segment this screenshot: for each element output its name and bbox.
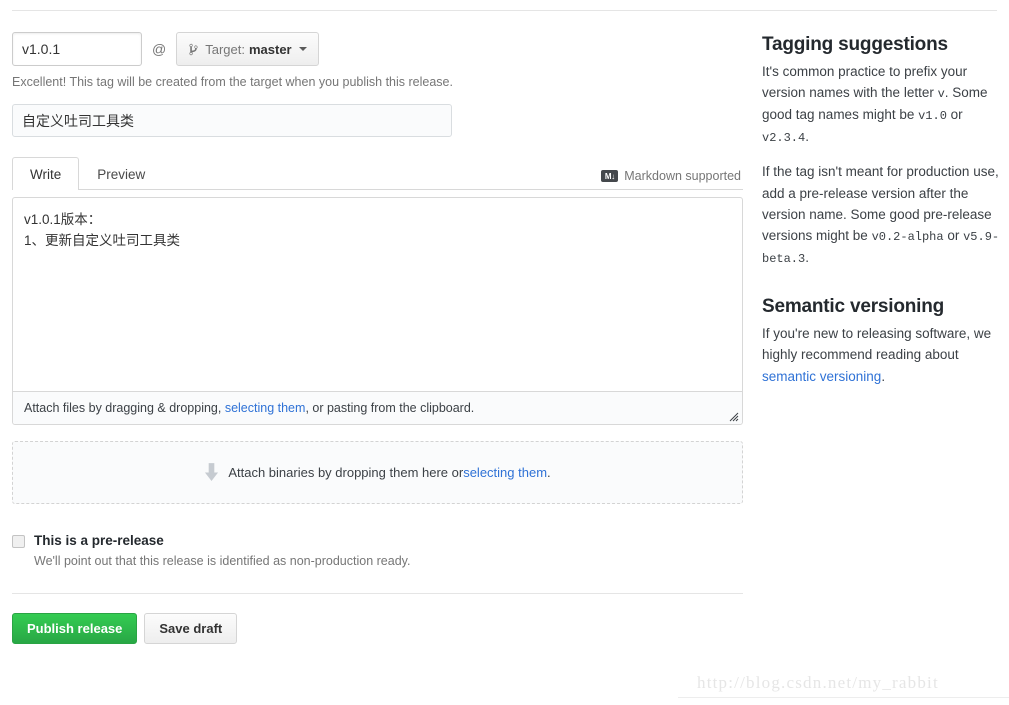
tagging-p1-code1: v xyxy=(937,87,945,102)
tagging-p1-code2: v1.0 xyxy=(918,109,947,124)
actions-divider xyxy=(12,593,743,595)
tag-hint-text: Excellent! This tag will be created from… xyxy=(12,75,453,89)
binaries-dropzone[interactable]: Attach binaries by dropping them here or… xyxy=(12,441,743,505)
markdown-icon: M↓ xyxy=(601,170,619,183)
tagging-p1-a: It's common practice to prefix your vers… xyxy=(762,64,968,101)
semver-period: . xyxy=(881,368,886,384)
tag-version-input[interactable] xyxy=(12,32,142,66)
watermark-underline xyxy=(678,697,1009,698)
tag-row: @ Target: master xyxy=(12,32,743,66)
target-branch-value: master xyxy=(248,41,292,57)
tab-write[interactable]: Write xyxy=(12,157,80,191)
release-body-box: v1.0.1版本： 1、更新自定义吐司工具类 Attach files by d… xyxy=(12,197,743,426)
tab-preview[interactable]: Preview xyxy=(79,157,163,190)
form-actions: Publish release Save draft xyxy=(12,613,743,645)
release-body-textarea[interactable]: v1.0.1版本： 1、更新自定义吐司工具类 xyxy=(13,198,742,392)
tagging-paragraph-2: If the tag isn't meant for production us… xyxy=(762,161,1002,269)
semver-paragraph: If you're new to releasing software, we … xyxy=(762,323,1002,387)
arrow-down-icon xyxy=(204,463,219,482)
attach-files-suffix: , or pasting from the clipboard. xyxy=(305,401,475,416)
editor-tabs: Write Preview M↓ Markdown supported xyxy=(12,157,743,191)
semver-text: If you're new to releasing software, we … xyxy=(762,326,992,363)
release-form: @ Target: master Excellent! This tag wil… xyxy=(12,32,743,645)
target-branch-dropdown[interactable]: Target: master xyxy=(176,32,319,66)
markdown-supported-label: Markdown supported xyxy=(624,169,741,184)
binaries-select-link[interactable]: selecting them xyxy=(463,465,547,480)
watermark-text: http://blog.csdn.net/my_rabbit xyxy=(697,673,939,692)
attach-files-bar: Attach files by dragging & dropping, sel… xyxy=(13,391,742,425)
tagging-p2-code1: v0.2-alpha xyxy=(871,230,944,245)
help-sidebar: Tagging suggestions It's common practice… xyxy=(762,34,1002,387)
prerelease-label: This is a pre-release xyxy=(34,533,164,549)
prerelease-checkbox[interactable] xyxy=(12,535,25,549)
prerelease-description: We'll point out that this release is ide… xyxy=(34,554,411,569)
tagging-p2-c: . xyxy=(805,250,809,266)
target-label: Target: xyxy=(205,41,245,57)
prerelease-text-block: This is a pre-release We'll point out th… xyxy=(34,532,410,570)
binaries-prefix: Attach binaries by dropping them here or xyxy=(228,465,464,481)
git-branch-icon xyxy=(188,43,199,56)
attach-files-prefix: Attach files by dragging & dropping, xyxy=(24,401,225,416)
at-symbol: @ xyxy=(152,41,167,57)
tagging-p1-c: or xyxy=(946,107,963,123)
tagging-p1-d: . xyxy=(805,129,809,145)
save-draft-button[interactable]: Save draft xyxy=(144,613,238,645)
tagging-paragraph-1: It's common practice to prefix your vers… xyxy=(762,61,1002,148)
publish-release-button[interactable]: Publish release xyxy=(12,613,138,645)
binaries-suffix: . xyxy=(547,465,551,481)
release-page: @ Target: master Excellent! This tag wil… xyxy=(0,0,1009,705)
prerelease-section: This is a pre-release We'll point out th… xyxy=(12,532,743,570)
top-divider xyxy=(12,10,997,11)
chevron-down-icon xyxy=(298,47,307,51)
tagging-p1-code3: v2.3.4 xyxy=(762,131,806,146)
semantic-versioning-heading: Semantic versioning xyxy=(762,296,945,318)
release-title-input[interactable] xyxy=(12,104,452,138)
tagging-suggestions-heading: Tagging suggestions xyxy=(762,34,948,55)
attach-files-select-link[interactable]: selecting them xyxy=(225,401,306,415)
semantic-versioning-link[interactable]: semantic versioning xyxy=(762,369,881,384)
tagging-p2-b: or xyxy=(943,228,964,244)
markdown-supported-note: M↓ Markdown supported xyxy=(601,169,741,183)
